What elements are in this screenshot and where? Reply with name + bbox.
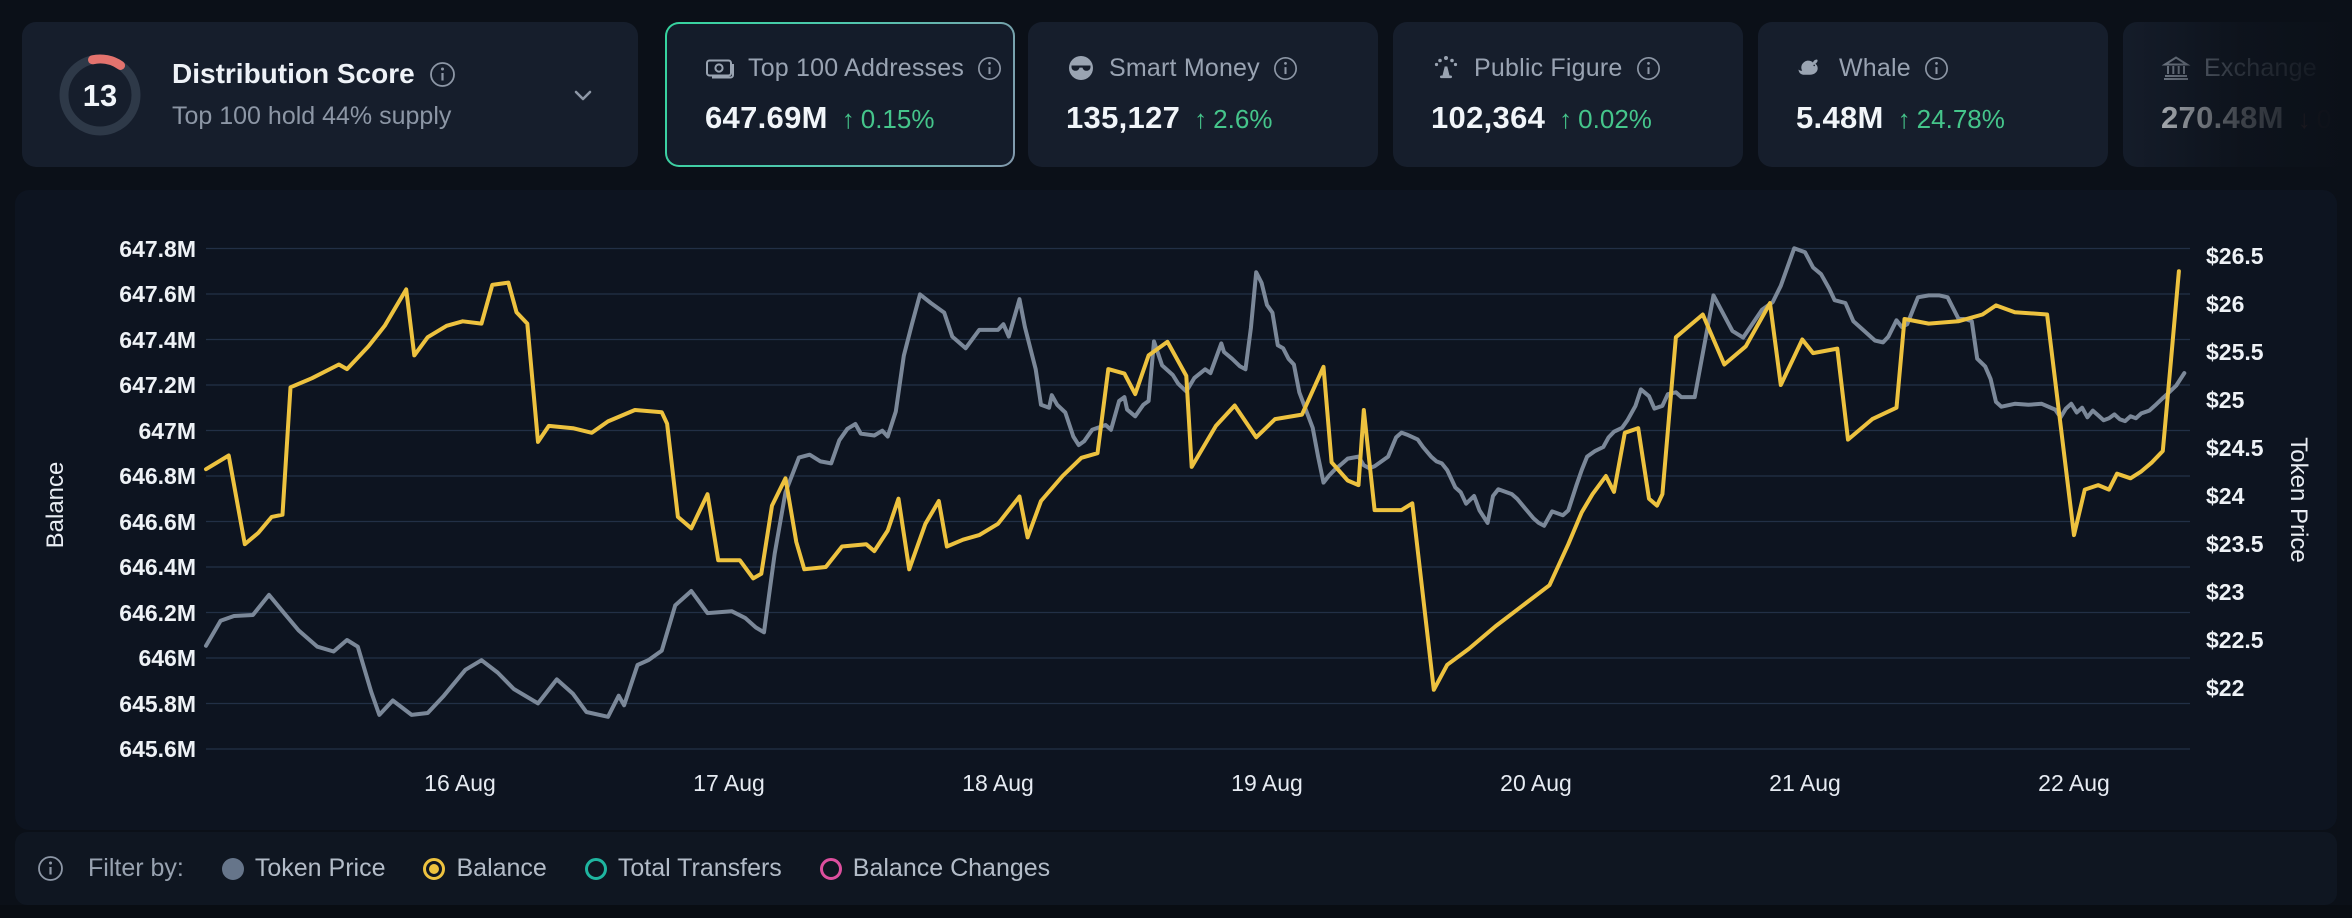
price-tick-label: $25	[2206, 385, 2352, 415]
balance-tick-label: 646.4M	[46, 552, 196, 582]
chart-canvas	[0, 0, 2352, 918]
balance-tick-label: 647.8M	[46, 234, 196, 264]
balance-changes-swatch	[820, 858, 842, 880]
balance-tick-label: 647.2M	[46, 370, 196, 400]
date-tick-label: 18 Aug	[928, 770, 1068, 797]
balance-tick-label: 647.4M	[46, 325, 196, 355]
price-tick-label: $25.5	[2206, 337, 2352, 367]
legend-item-total-transfers[interactable]: Total Transfers	[585, 854, 782, 883]
price-tick-label: $23.5	[2206, 529, 2352, 559]
balance-tick-label: 645.8M	[46, 689, 196, 719]
date-tick-label: 19 Aug	[1197, 770, 1337, 797]
token-price-swatch	[222, 858, 244, 880]
balance-tick-label: 647M	[46, 416, 196, 446]
price-tick-label: $22.5	[2206, 625, 2352, 655]
total-transfers-swatch	[585, 858, 607, 880]
legend-item-balance-changes[interactable]: Balance Changes	[820, 854, 1050, 883]
price-tick-label: $26.5	[2206, 241, 2352, 271]
balance-tick-label: 646.6M	[46, 507, 196, 537]
price-tick-label: $26	[2206, 289, 2352, 319]
balance-tick-label: 645.6M	[46, 734, 196, 764]
page-bottom-edge	[0, 905, 2352, 918]
price-tick-label: $24	[2206, 481, 2352, 511]
filter-bar: Filter by: Token Price Balance Total Tra…	[15, 832, 2337, 905]
date-tick-label: 20 Aug	[1466, 770, 1606, 797]
series-balance	[206, 271, 2179, 690]
balance-tick-label: 647.6M	[46, 279, 196, 309]
balance-tick-label: 646.8M	[46, 461, 196, 491]
date-tick-label: 17 Aug	[659, 770, 799, 797]
price-tick-label: $22	[2206, 673, 2352, 703]
balance-swatch	[423, 858, 445, 880]
legend-item-token-price[interactable]: Token Price	[222, 854, 386, 883]
filter-by-label: Filter by:	[88, 854, 184, 883]
series-token-price	[206, 248, 2184, 717]
info-icon[interactable]	[37, 855, 64, 882]
date-tick-label: 22 Aug	[2004, 770, 2144, 797]
date-tick-label: 21 Aug	[1735, 770, 1875, 797]
price-tick-label: $23	[2206, 577, 2352, 607]
date-tick-label: 16 Aug	[390, 770, 530, 797]
price-tick-label: $24.5	[2206, 433, 2352, 463]
balance-tick-label: 646.2M	[46, 598, 196, 628]
balance-tick-label: 646M	[46, 643, 196, 673]
legend-item-balance[interactable]: Balance	[423, 854, 546, 883]
